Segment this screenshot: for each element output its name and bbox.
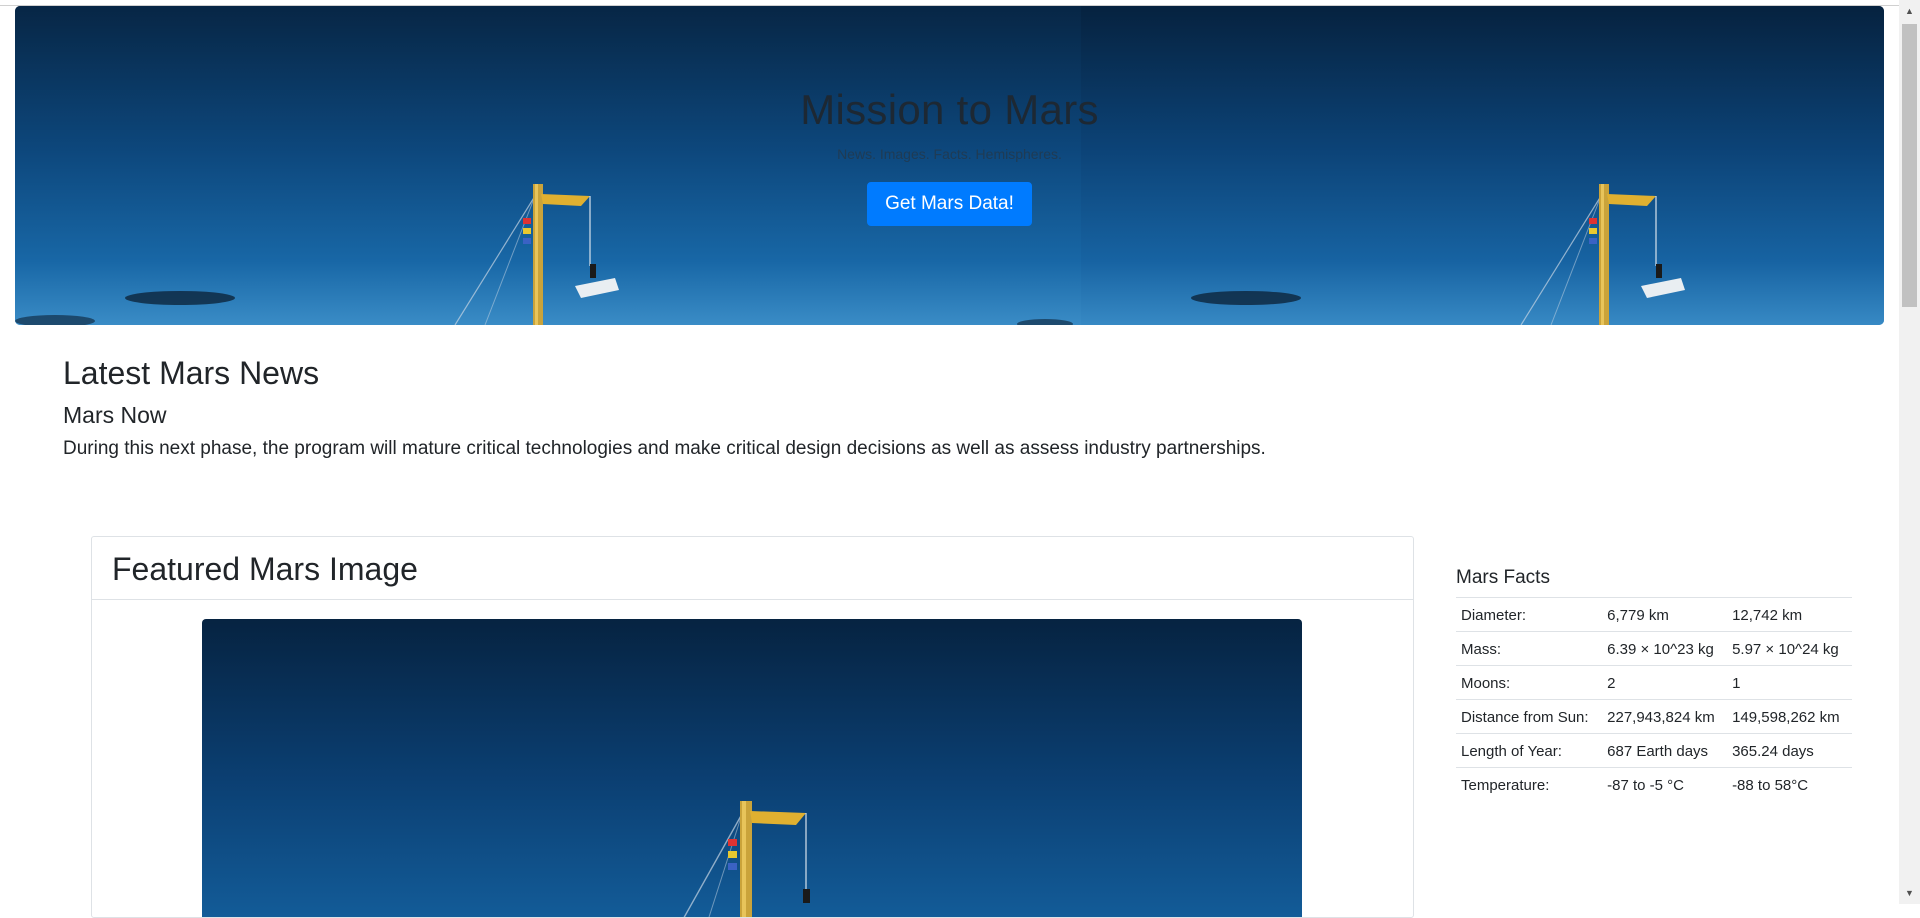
news-headline: Mars Now (63, 402, 167, 428)
fact-mars-value: 6,779 km (1602, 597, 1728, 632)
card-header: Featured Mars Image (92, 537, 1413, 600)
fact-mars-value: 2 (1602, 665, 1728, 700)
scroll-up-icon[interactable]: ▲ (1899, 2, 1920, 20)
fact-earth-value: 149,598,262 km (1727, 699, 1852, 734)
fact-earth-value: 1 (1727, 665, 1852, 700)
fact-label: Diameter: (1456, 597, 1603, 632)
news-section-title: Latest Mars News (63, 355, 320, 391)
news-teaser: During this next phase, the program will… (63, 438, 1266, 459)
featured-mars-image (202, 619, 1302, 917)
page-title: Mission to Mars (800, 86, 1099, 133)
crane-tower-image (683, 801, 810, 917)
scrollbar-thumb[interactable] (1902, 24, 1917, 307)
fact-label: Temperature: (1456, 767, 1603, 801)
fact-mars-value: -87 to -5 °C (1602, 767, 1728, 801)
fact-label: Length of Year: (1456, 733, 1603, 768)
fact-earth-value: 5.97 × 10^24 kg (1727, 631, 1852, 666)
mars-facts: Mars Facts Diameter: 6,779 km 12,742 km … (1456, 567, 1852, 801)
mars-facts-table: Diameter: 6,779 km 12,742 km Mass: 6.39 … (1456, 597, 1852, 801)
mars-facts-title: Mars Facts (1456, 567, 1550, 588)
table-row: Moons: 2 1 (1456, 665, 1852, 700)
news-section: Latest Mars News Mars Now During this ne… (63, 355, 1563, 460)
table-row: Diameter: 6,779 km 12,742 km (1456, 597, 1852, 632)
fact-label: Distance from Sun: (1456, 699, 1603, 734)
fact-earth-value: -88 to 58°C (1727, 767, 1852, 801)
jumbotron-content: Mission to Mars News. Images. Facts. Hem… (15, 86, 1884, 226)
page-subtitle: News. Images. Facts. Hemispheres. (837, 146, 1062, 162)
table-row: Temperature: -87 to -5 °C -88 to 58°C (1456, 767, 1852, 801)
fact-mars-value: 687 Earth days (1602, 733, 1728, 768)
fact-earth-value: 12,742 km (1727, 597, 1852, 632)
fact-mars-value: 227,943,824 km (1602, 699, 1728, 734)
fact-mars-value: 6.39 × 10^23 kg (1602, 631, 1728, 666)
fact-earth-value: 365.24 days (1727, 733, 1852, 768)
get-mars-data-button[interactable]: Get Mars Data! (867, 182, 1032, 226)
table-row: Length of Year: 687 Earth days 365.24 da… (1456, 733, 1852, 768)
scroll-down-icon[interactable]: ▼ (1899, 884, 1920, 902)
fact-label: Mass: (1456, 631, 1603, 666)
featured-image-card: Featured Mars Image (91, 536, 1414, 918)
table-row: Distance from Sun: 227,943,824 km 149,59… (1456, 699, 1852, 734)
jumbotron: Mission to Mars News. Images. Facts. Hem… (15, 6, 1884, 325)
featured-image-title: Featured Mars Image (112, 551, 418, 587)
fact-label: Moons: (1456, 665, 1603, 700)
table-row: Mass: 6.39 × 10^23 kg 5.97 × 10^24 kg (1456, 631, 1852, 666)
page-scrollbar[interactable]: ▲ ▼ (1899, 0, 1920, 904)
